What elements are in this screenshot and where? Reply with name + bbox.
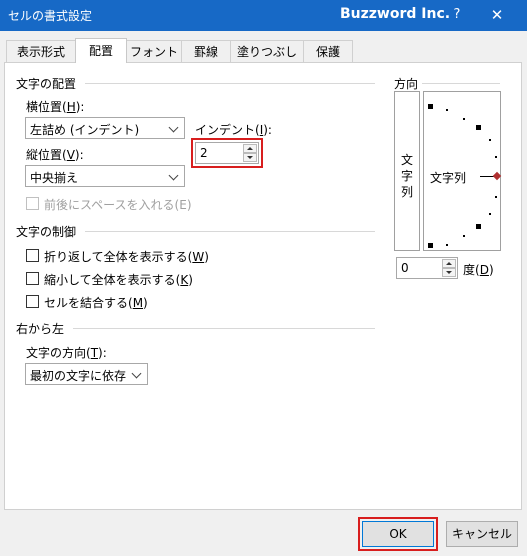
alignment-panel: 文字の配置 横位置(H): 左詰め (インデント) インデント(I): 2 縦位…	[4, 62, 522, 510]
spin-down-icon[interactable]	[442, 268, 456, 277]
dial-tick	[495, 156, 497, 158]
orientation-divider	[422, 83, 500, 84]
indent-stepper[interactable]: 2	[195, 142, 259, 164]
vertical-value: 中央揃え	[30, 171, 79, 185]
rtl-divider	[73, 328, 375, 329]
vertical-label: 縦位置(V):	[26, 148, 84, 162]
dial-tick	[463, 235, 465, 237]
tab-number[interactable]: 表示形式	[6, 40, 76, 62]
distributed-checkbox[interactable]	[26, 197, 39, 210]
indent-label: インデント(I):	[195, 123, 272, 137]
shrink-to-fit-label: 縮小して全体を表示する(K)	[44, 273, 193, 287]
spin-up-icon[interactable]	[243, 144, 257, 153]
text-alignment-divider	[85, 83, 375, 84]
indent-value: 2	[200, 146, 208, 160]
dial-text: 文字列	[430, 171, 467, 185]
text-alignment-group-label: 文字の配置	[16, 77, 77, 91]
orientation-group-label: 方向	[394, 77, 419, 91]
text-direction-value: 最初の文字に依存	[30, 369, 127, 383]
tab-alignment[interactable]: 配置	[75, 38, 127, 63]
vertical-text-char-3: 列	[400, 185, 413, 199]
wrap-text-checkbox[interactable]	[26, 249, 39, 262]
degrees-label: 度(D)	[463, 263, 494, 277]
vertical-text-char-1: 文	[400, 153, 413, 167]
title-bar: セルの書式設定 Buzzword Inc. ? ✕	[0, 0, 527, 31]
tab-protection[interactable]: 保護	[303, 40, 353, 62]
merge-cells-label: セルを結合する(M)	[44, 296, 148, 310]
tab-font[interactable]: フォント	[126, 40, 182, 62]
dial-tick	[489, 213, 491, 215]
brand-label: Buzzword Inc.	[340, 6, 451, 22]
horizontal-label: 横位置(H):	[26, 100, 85, 114]
chevron-down-icon	[166, 166, 184, 186]
distributed-label: 前後にスペースを入れる(E)	[44, 198, 192, 212]
text-control-divider	[85, 231, 375, 232]
tab-fill[interactable]: 塗りつぶし	[230, 40, 304, 62]
wrap-text-label: 折り返して全体を表示する(W)	[44, 250, 209, 264]
vertical-text-option[interactable]: 文 字 列	[394, 91, 420, 251]
dial-tick-minus-45	[476, 224, 481, 229]
horizontal-select[interactable]: 左詰め (インデント)	[25, 117, 185, 139]
text-control-group-label: 文字の制御	[16, 225, 77, 239]
dial-tick-minus-90	[428, 243, 433, 248]
shrink-to-fit-checkbox[interactable]	[26, 272, 39, 285]
dial-tick	[495, 196, 497, 198]
vertical-select[interactable]: 中央揃え	[25, 165, 185, 187]
format-cells-dialog: セルの書式設定 Buzzword Inc. ? ✕ 表示形式 配置 フォント 罫…	[0, 0, 527, 556]
window-title: セルの書式設定	[8, 9, 93, 23]
chevron-down-icon	[166, 118, 184, 138]
dial-tick-45	[476, 125, 481, 130]
vertical-text-char-2: 字	[400, 169, 413, 183]
horizontal-value: 左詰め (インデント)	[30, 123, 140, 137]
spin-up-icon[interactable]	[442, 259, 456, 268]
degrees-stepper[interactable]: 0	[396, 257, 458, 279]
cancel-button[interactable]: キャンセル	[446, 521, 518, 547]
dial-tick	[463, 118, 465, 120]
help-button[interactable]: ?	[444, 3, 470, 27]
merge-cells-checkbox[interactable]	[26, 295, 39, 308]
dial-tick	[446, 244, 448, 246]
chevron-down-icon	[129, 364, 147, 384]
spin-down-icon[interactable]	[243, 153, 257, 162]
dial-handle[interactable]	[492, 171, 502, 181]
tab-border[interactable]: 罫線	[181, 40, 231, 62]
dial-tick-90	[428, 104, 433, 109]
text-direction-select[interactable]: 最初の文字に依存	[25, 363, 148, 385]
text-direction-label: 文字の方向(T):	[26, 346, 107, 360]
dial-tick	[489, 139, 491, 141]
degrees-value: 0	[401, 261, 409, 275]
dial-tick	[446, 109, 448, 111]
ok-button[interactable]: OK	[362, 521, 434, 547]
orientation-dial[interactable]: 文字列	[423, 91, 502, 251]
rtl-group-label: 右から左	[16, 322, 65, 336]
close-button[interactable]: ✕	[484, 3, 510, 27]
